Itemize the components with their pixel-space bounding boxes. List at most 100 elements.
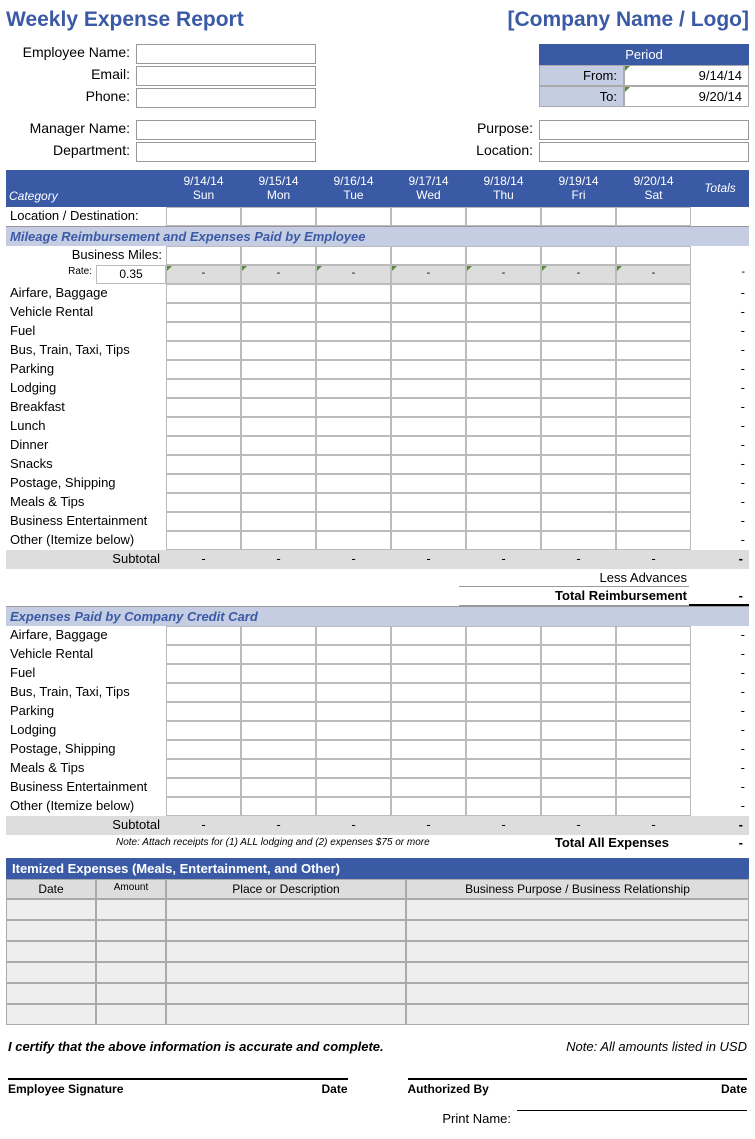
- cell[interactable]: [166, 759, 241, 778]
- cell[interactable]: [241, 721, 316, 740]
- cell[interactable]: [541, 303, 616, 322]
- cell[interactable]: [616, 702, 691, 721]
- cell[interactable]: [166, 284, 241, 303]
- cell[interactable]: [316, 645, 391, 664]
- cell[interactable]: [616, 284, 691, 303]
- itemized-cell[interactable]: [6, 941, 96, 962]
- cell[interactable]: [316, 303, 391, 322]
- cell[interactable]: [466, 512, 541, 531]
- cell[interactable]: [241, 512, 316, 531]
- cell[interactable]: [616, 664, 691, 683]
- cell[interactable]: [466, 417, 541, 436]
- cell[interactable]: [316, 493, 391, 512]
- cell[interactable]: [466, 778, 541, 797]
- cell[interactable]: [166, 664, 241, 683]
- cell[interactable]: [166, 645, 241, 664]
- cell[interactable]: [316, 797, 391, 816]
- cell[interactable]: [391, 284, 466, 303]
- cell[interactable]: [241, 360, 316, 379]
- cell[interactable]: [316, 531, 391, 550]
- period-from-value[interactable]: 9/14/14: [624, 65, 749, 86]
- cell[interactable]: [241, 493, 316, 512]
- cell[interactable]: [166, 455, 241, 474]
- cell[interactable]: [391, 436, 466, 455]
- itemized-cell[interactable]: [6, 962, 96, 983]
- cell[interactable]: [241, 683, 316, 702]
- cell[interactable]: [166, 797, 241, 816]
- cell[interactable]: [391, 721, 466, 740]
- cell[interactable]: [616, 303, 691, 322]
- cell[interactable]: [316, 360, 391, 379]
- cell[interactable]: [166, 721, 241, 740]
- cell[interactable]: [616, 474, 691, 493]
- cell[interactable]: [241, 702, 316, 721]
- cell[interactable]: [391, 626, 466, 645]
- cell[interactable]: [466, 740, 541, 759]
- cell[interactable]: [316, 778, 391, 797]
- cell[interactable]: [541, 284, 616, 303]
- cell[interactable]: [316, 207, 391, 226]
- cell[interactable]: [616, 740, 691, 759]
- cell[interactable]: [391, 778, 466, 797]
- itemized-cell[interactable]: [406, 941, 749, 962]
- itemized-cell[interactable]: [166, 941, 406, 962]
- cell[interactable]: [541, 398, 616, 417]
- cell[interactable]: [616, 341, 691, 360]
- cell[interactable]: [616, 455, 691, 474]
- cell[interactable]: [466, 284, 541, 303]
- location-input[interactable]: [539, 142, 749, 162]
- cell[interactable]: [541, 379, 616, 398]
- cell[interactable]: [316, 417, 391, 436]
- cell[interactable]: [166, 360, 241, 379]
- cell[interactable]: [391, 246, 466, 265]
- cell[interactable]: [391, 759, 466, 778]
- cell[interactable]: [241, 645, 316, 664]
- cell[interactable]: [541, 341, 616, 360]
- cell[interactable]: [541, 207, 616, 226]
- department-input[interactable]: [136, 142, 316, 162]
- cell[interactable]: [466, 474, 541, 493]
- cell[interactable]: [616, 207, 691, 226]
- cell[interactable]: [541, 797, 616, 816]
- cell[interactable]: [391, 474, 466, 493]
- itemized-cell[interactable]: [96, 983, 166, 1004]
- cell[interactable]: [541, 664, 616, 683]
- cell[interactable]: [541, 740, 616, 759]
- cell[interactable]: [166, 740, 241, 759]
- cell[interactable]: [616, 759, 691, 778]
- cell[interactable]: [541, 645, 616, 664]
- cell[interactable]: [316, 322, 391, 341]
- itemized-cell[interactable]: [166, 983, 406, 1004]
- cell[interactable]: [616, 683, 691, 702]
- itemized-cell[interactable]: [406, 1004, 749, 1025]
- cell[interactable]: [241, 759, 316, 778]
- cell[interactable]: [541, 322, 616, 341]
- cell[interactable]: [241, 246, 316, 265]
- itemized-cell[interactable]: [6, 983, 96, 1004]
- itemized-cell[interactable]: [166, 962, 406, 983]
- itemized-cell[interactable]: [96, 941, 166, 962]
- itemized-cell[interactable]: [406, 983, 749, 1004]
- period-to-value[interactable]: 9/20/14: [624, 86, 749, 107]
- itemized-cell[interactable]: [96, 1004, 166, 1025]
- itemized-cell[interactable]: [406, 899, 749, 920]
- cell[interactable]: [466, 645, 541, 664]
- cell[interactable]: [541, 455, 616, 474]
- cell[interactable]: [391, 664, 466, 683]
- cell[interactable]: [541, 702, 616, 721]
- employee-name-input[interactable]: [136, 44, 316, 64]
- print-name-input[interactable]: [517, 1110, 747, 1128]
- cell[interactable]: [466, 379, 541, 398]
- cell[interactable]: [241, 417, 316, 436]
- cell[interactable]: [616, 417, 691, 436]
- cell[interactable]: [391, 379, 466, 398]
- cell[interactable]: [616, 436, 691, 455]
- cell[interactable]: [466, 246, 541, 265]
- itemized-cell[interactable]: [96, 920, 166, 941]
- cell[interactable]: [466, 683, 541, 702]
- cell[interactable]: [241, 778, 316, 797]
- cell[interactable]: [541, 246, 616, 265]
- rate-input[interactable]: 0.35: [96, 265, 166, 284]
- cell[interactable]: [541, 626, 616, 645]
- cell[interactable]: [241, 379, 316, 398]
